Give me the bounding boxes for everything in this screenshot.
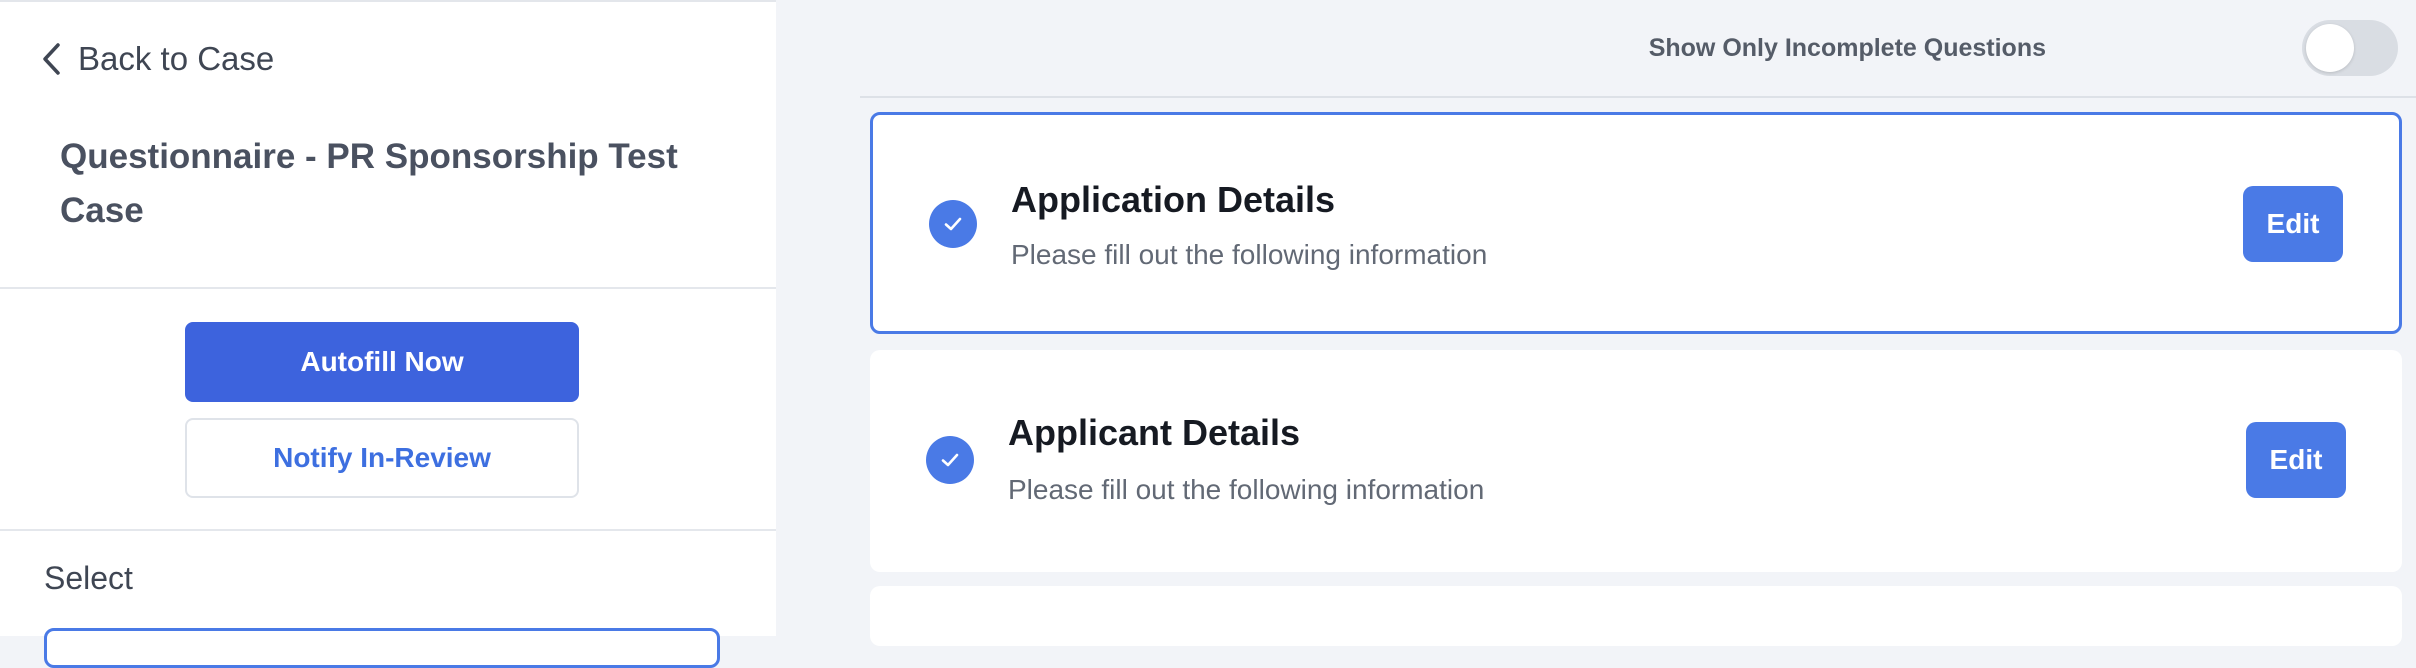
toggle-label: Show Only Incomplete Questions [1648, 34, 2046, 62]
section-title: Applicant Details [1008, 412, 1301, 453]
check-circle-icon [926, 436, 974, 484]
incomplete-questions-toggle[interactable] [2302, 20, 2398, 76]
section-card-applicant-details[interactable]: Applicant Details Please fill out the fo… [870, 350, 2402, 572]
divider [0, 287, 776, 289]
edit-button[interactable]: Edit [2243, 186, 2343, 262]
section-subtitle: Please fill out the following informatio… [1008, 474, 1485, 505]
back-to-case-link[interactable]: Back to Case [40, 32, 274, 86]
sidebar: Back to Case Questionnaire - PR Sponsors… [0, 0, 776, 668]
divider [0, 529, 776, 531]
divider [860, 96, 2416, 98]
toggle-knob [2306, 24, 2354, 72]
autofill-now-button[interactable]: Autofill Now [185, 322, 579, 402]
section-title: Application Details [1011, 179, 1336, 220]
notify-in-review-button[interactable]: Notify In-Review [185, 418, 579, 498]
chevron-left-icon [43, 43, 60, 75]
questionnaire-title: Questionnaire - PR Sponsorship Test Case [60, 137, 678, 230]
select-dropdown[interactable] [44, 628, 720, 668]
section-subtitle: Please fill out the following informatio… [1011, 239, 1488, 270]
select-label: Select [44, 560, 133, 596]
section-card[interactable] [870, 586, 2402, 646]
check-circle-icon [929, 200, 977, 248]
section-card-application-details[interactable]: Application Details Please fill out the … [870, 112, 2402, 334]
back-label: Back to Case [78, 40, 275, 77]
edit-button[interactable]: Edit [2246, 422, 2346, 498]
